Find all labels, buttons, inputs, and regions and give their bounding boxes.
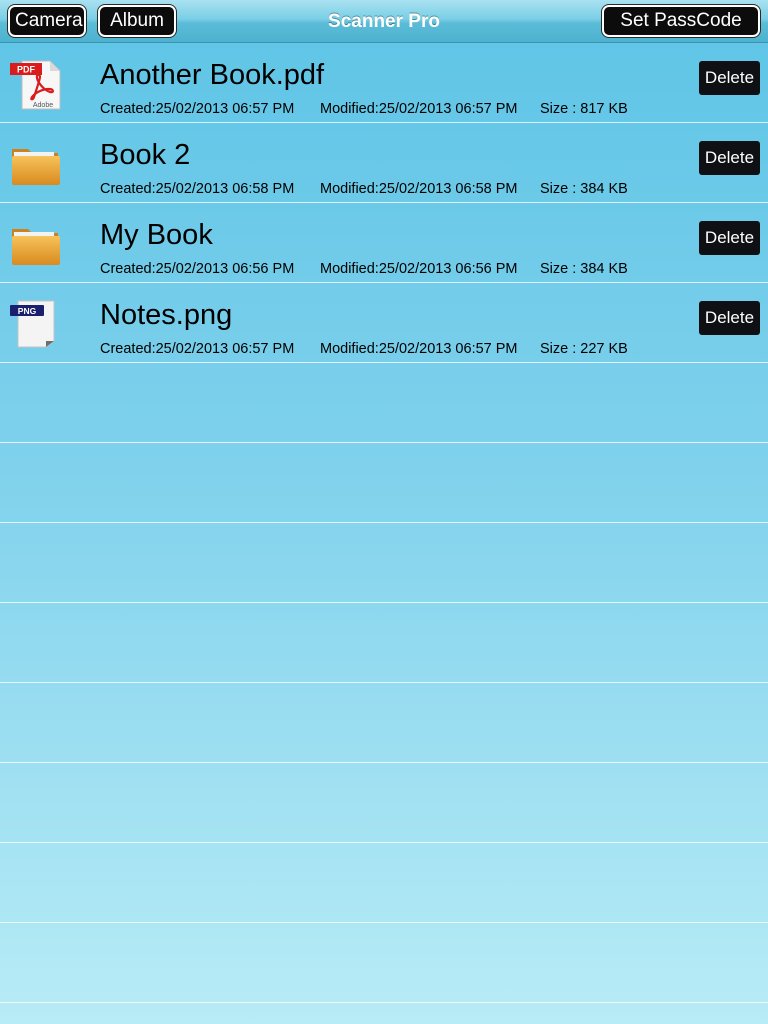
file-row[interactable]: PNG Notes.png Created:25/02/2013 06:57 P… xyxy=(0,283,768,363)
file-row[interactable]: PDF Adobe Another Book.pdf Created:25/02… xyxy=(0,43,768,123)
file-size: Size : 384 KB xyxy=(540,181,628,197)
delete-button[interactable]: Delete xyxy=(699,141,760,175)
modified-date: Modified:25/02/2013 06:57 PM xyxy=(320,341,518,357)
file-row[interactable]: Book 2 Created:25/02/2013 06:58 PM Modif… xyxy=(0,123,768,203)
file-size: Size : 817 KB xyxy=(540,101,628,117)
folder-icon xyxy=(12,229,60,265)
file-row[interactable]: My Book Created:25/02/2013 06:56 PM Modi… xyxy=(0,203,768,283)
delete-button[interactable]: Delete xyxy=(699,61,760,95)
file-name: Notes.png xyxy=(100,299,233,331)
empty-row xyxy=(0,923,768,1003)
created-date: Created:25/02/2013 06:57 PM xyxy=(100,341,295,357)
empty-row xyxy=(0,843,768,923)
empty-row xyxy=(0,363,768,443)
empty-row xyxy=(0,683,768,763)
created-date: Created:25/02/2013 06:58 PM xyxy=(100,181,295,197)
empty-row xyxy=(0,523,768,603)
pdf-brand-text: Adobe xyxy=(33,102,53,109)
set-passcode-button[interactable]: Set PassCode xyxy=(602,5,760,37)
empty-row xyxy=(0,443,768,523)
created-date: Created:25/02/2013 06:56 PM xyxy=(100,261,295,277)
modified-date: Modified:25/02/2013 06:56 PM xyxy=(320,261,518,277)
png-icon: PNG xyxy=(10,300,55,348)
empty-row xyxy=(0,603,768,683)
file-size: Size : 384 KB xyxy=(540,261,628,277)
navigation-bar: Camera Album Scanner Pro Set PassCode xyxy=(0,0,768,43)
pdf-badge-text: PDF xyxy=(17,65,36,75)
created-date: Created:25/02/2013 06:57 PM xyxy=(100,101,295,117)
file-name: My Book xyxy=(100,219,213,251)
empty-row xyxy=(0,763,768,843)
folder-icon xyxy=(12,149,60,185)
png-badge-text: PNG xyxy=(18,306,37,316)
file-name: Another Book.pdf xyxy=(100,59,325,91)
delete-button[interactable]: Delete xyxy=(699,301,760,335)
delete-button[interactable]: Delete xyxy=(699,221,760,255)
modified-date: Modified:25/02/2013 06:57 PM xyxy=(320,101,518,117)
file-name: Book 2 xyxy=(100,139,191,171)
modified-date: Modified:25/02/2013 06:58 PM xyxy=(320,181,518,197)
file-list: PDF Adobe Another Book.pdf Created:25/02… xyxy=(0,43,768,1003)
pdf-icon: PDF Adobe xyxy=(10,60,61,110)
file-size: Size : 227 KB xyxy=(540,341,628,357)
